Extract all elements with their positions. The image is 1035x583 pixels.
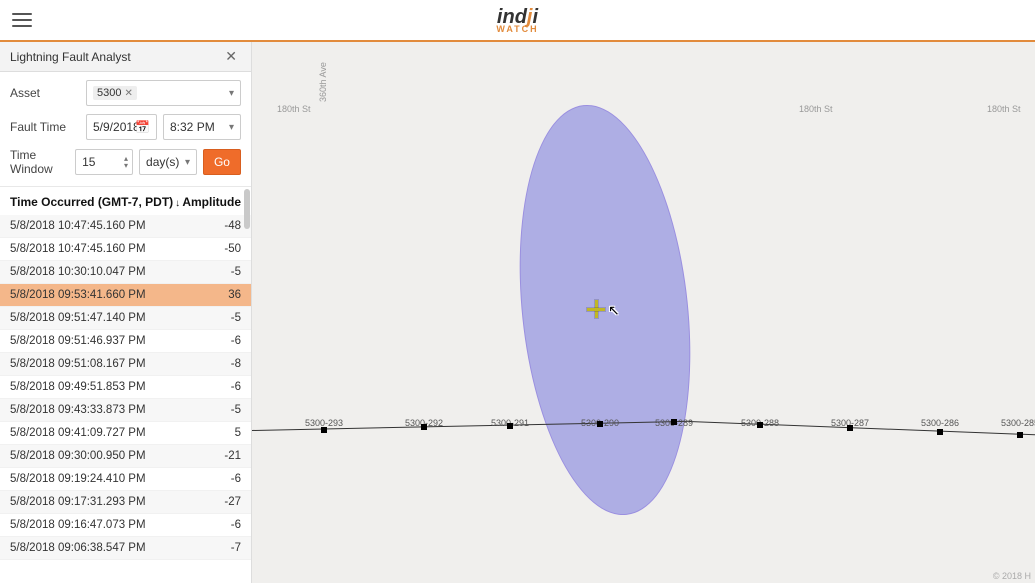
cell-amplitude: -7 xyxy=(181,542,241,554)
cell-time: 5/8/2018 09:19:24.410 PM xyxy=(10,473,181,485)
strike-ellipse xyxy=(501,96,709,523)
cursor-icon: ↖ xyxy=(608,302,620,319)
cell-amplitude: -6 xyxy=(181,335,241,347)
chevron-down-icon: ▾ xyxy=(185,157,190,168)
table-row[interactable]: 5/8/2018 09:30:00.950 PM-21 xyxy=(0,445,251,468)
table-row[interactable]: 5/8/2018 09:51:47.140 PM-5 xyxy=(0,307,251,330)
hamburger-menu-icon[interactable] xyxy=(10,10,34,30)
cell-amplitude: -6 xyxy=(181,473,241,485)
asset-label: Asset xyxy=(10,86,80,100)
cell-time: 5/8/2018 09:43:33.873 PM xyxy=(10,404,181,416)
time-window-unit-select[interactable]: day(s) ▾ xyxy=(139,149,197,175)
cell-time: 5/8/2018 09:49:51.853 PM xyxy=(10,381,181,393)
table-row[interactable]: 5/8/2018 09:51:08.167 PM-8 xyxy=(0,353,251,376)
pole-label: 5300-286 xyxy=(921,418,959,428)
table-row[interactable]: 5/8/2018 09:53:41.660 PM36 xyxy=(0,284,251,307)
chevron-down-icon: ▾ xyxy=(229,122,234,133)
pole-marker[interactable] xyxy=(421,424,427,430)
cell-amplitude: -50 xyxy=(181,243,241,255)
sidebar-panel: Lightning Fault Analyst ✕ Asset 5300✕ ▾ … xyxy=(0,42,252,583)
street-label: 180th St xyxy=(987,104,1021,114)
cell-time: 5/8/2018 09:41:09.727 PM xyxy=(10,427,181,439)
cell-amplitude: 5 xyxy=(181,427,241,439)
cell-amplitude: -6 xyxy=(181,519,241,531)
time-window-input[interactable]: 15 ▴▾ xyxy=(75,149,133,175)
cell-time: 5/8/2018 09:51:47.140 PM xyxy=(10,312,181,324)
table-row[interactable]: 5/8/2018 10:30:10.047 PM-5 xyxy=(0,261,251,284)
fault-time-select[interactable]: 8:32 PM ▾ xyxy=(163,114,241,140)
logo: indji WATCH xyxy=(496,7,538,34)
cell-time: 5/8/2018 09:51:08.167 PM xyxy=(10,358,181,370)
pole-marker[interactable] xyxy=(321,427,327,433)
sort-down-icon: ↓ xyxy=(175,198,180,209)
close-icon[interactable]: ✕ xyxy=(221,46,241,67)
table-row[interactable]: 5/8/2018 09:19:24.410 PM-6 xyxy=(0,468,251,491)
table-row[interactable]: 5/8/2018 09:43:33.873 PM-5 xyxy=(0,399,251,422)
cell-amplitude: 36 xyxy=(181,289,241,301)
cell-amplitude: -27 xyxy=(181,496,241,508)
column-header-time[interactable]: Time Occurred (GMT-7, PDT)↓ xyxy=(10,195,181,209)
table-row[interactable]: 5/8/2018 10:47:45.160 PM-48 xyxy=(0,215,251,238)
go-button[interactable]: Go xyxy=(203,149,241,175)
table-row[interactable]: 5/8/2018 09:17:31.293 PM-27 xyxy=(0,491,251,514)
cell-time: 5/8/2018 09:06:38.547 PM xyxy=(10,542,181,554)
table-row[interactable]: 5/8/2018 09:16:47.073 PM-6 xyxy=(0,514,251,537)
pole-marker[interactable] xyxy=(757,422,763,428)
chevron-down-icon: ▾ xyxy=(229,88,234,99)
cell-time: 5/8/2018 09:53:41.660 PM xyxy=(10,289,181,301)
number-stepper-icon[interactable]: ▴▾ xyxy=(124,155,128,169)
table-row[interactable]: 5/8/2018 09:06:38.547 PM-7 xyxy=(0,537,251,560)
cell-amplitude: -5 xyxy=(181,266,241,278)
table-row[interactable]: 5/8/2018 09:51:46.937 PM-6 xyxy=(0,330,251,353)
cell-time: 5/8/2018 09:51:46.937 PM xyxy=(10,335,181,347)
pole-marker[interactable] xyxy=(507,423,513,429)
street-label: 360th Ave xyxy=(318,62,328,102)
cell-amplitude: -8 xyxy=(181,358,241,370)
street-label: 180th St xyxy=(799,104,833,114)
crosshair-icon xyxy=(587,300,605,318)
asset-tag[interactable]: 5300✕ xyxy=(93,86,137,100)
cell-amplitude: -5 xyxy=(181,312,241,324)
cell-amplitude: -6 xyxy=(181,381,241,393)
asset-select[interactable]: 5300✕ ▾ xyxy=(86,80,241,106)
map-canvas[interactable]: 360th Ave 180th St 180th St 180th St 530… xyxy=(252,42,1035,583)
time-window-label: Time Window xyxy=(10,148,69,176)
pole-marker[interactable] xyxy=(847,425,853,431)
cell-amplitude: -48 xyxy=(181,220,241,232)
cell-time: 5/8/2018 10:47:45.160 PM xyxy=(10,243,181,255)
cell-time: 5/8/2018 09:16:47.073 PM xyxy=(10,519,181,531)
cell-time: 5/8/2018 09:30:00.950 PM xyxy=(10,450,181,462)
panel-title: Lightning Fault Analyst xyxy=(10,50,131,64)
fault-time-label: Fault Time xyxy=(10,120,80,134)
cell-time: 5/8/2018 10:30:10.047 PM xyxy=(10,266,181,278)
column-header-amplitude[interactable]: Amplitude xyxy=(181,195,241,209)
cell-time: 5/8/2018 09:17:31.293 PM xyxy=(10,496,181,508)
pole-marker[interactable] xyxy=(1017,432,1023,438)
results-table: Time Occurred (GMT-7, PDT)↓ Amplitude 5/… xyxy=(0,187,251,583)
cell-time: 5/8/2018 10:47:45.160 PM xyxy=(10,220,181,232)
table-row[interactable]: 5/8/2018 09:41:09.727 PM5 xyxy=(0,422,251,445)
fault-date-input[interactable]: 5/9/2018 📅 xyxy=(86,114,157,140)
scrollbar[interactable] xyxy=(244,189,250,229)
pole-label: 5300-285 xyxy=(1001,418,1035,428)
calendar-icon: 📅 xyxy=(135,120,150,134)
pole-marker[interactable] xyxy=(597,421,603,427)
pole-marker[interactable] xyxy=(937,429,943,435)
cell-amplitude: -21 xyxy=(181,450,241,462)
table-row[interactable]: 5/8/2018 09:49:51.853 PM-6 xyxy=(0,376,251,399)
tag-remove-icon[interactable]: ✕ xyxy=(124,88,132,99)
copyright-text: © 2018 H xyxy=(993,571,1031,581)
cell-amplitude: -5 xyxy=(181,404,241,416)
table-row[interactable]: 5/8/2018 10:47:45.160 PM-50 xyxy=(0,238,251,261)
pole-marker[interactable] xyxy=(671,419,677,425)
street-label: 180th St xyxy=(277,104,311,114)
